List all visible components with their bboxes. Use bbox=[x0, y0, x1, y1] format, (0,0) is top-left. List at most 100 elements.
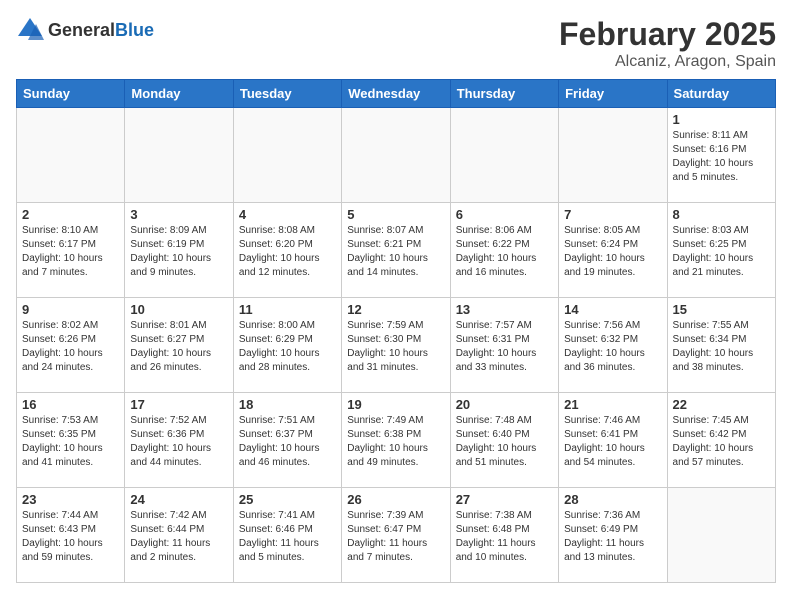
day-info: Sunrise: 8:11 AM Sunset: 6:16 PM Dayligh… bbox=[673, 129, 770, 185]
calendar-cell: 11 Sunrise: 8:00 AM Sunset: 6:29 PM Dayli… bbox=[233, 298, 341, 393]
calendar-cell: 14 Sunrise: 7:56 AM Sunset: 6:32 PM Dayli… bbox=[559, 298, 667, 393]
day-number: 20 bbox=[456, 397, 553, 412]
day-number: 1 bbox=[673, 112, 770, 127]
calendar-cell: 16Sunrise: 7:53 AM Sunset: 6:35 PM Dayli… bbox=[17, 393, 125, 488]
calendar-cell: 27 Sunrise: 7:38 AM Sunset: 6:48 PM Dayli… bbox=[450, 488, 558, 583]
day-number: 4 bbox=[239, 207, 336, 222]
weekday-header-wednesday: Wednesday bbox=[342, 80, 450, 108]
day-info: Sunrise: 7:38 AM Sunset: 6:48 PM Dayligh… bbox=[456, 509, 553, 565]
day-info: Sunrise: 7:44 AM Sunset: 6:43 PM Dayligh… bbox=[22, 509, 119, 565]
logo-text-general: General bbox=[48, 20, 115, 40]
weekday-header-friday: Friday bbox=[559, 80, 667, 108]
calendar-cell: 20 Sunrise: 7:48 AM Sunset: 6:40 PM Dayli… bbox=[450, 393, 558, 488]
weekday-header-row: SundayMondayTuesdayWednesdayThursdayFrid… bbox=[17, 80, 776, 108]
logo: GeneralBlue bbox=[16, 16, 154, 44]
calendar-cell bbox=[667, 488, 775, 583]
day-info: Sunrise: 8:00 AM Sunset: 6:29 PM Dayligh… bbox=[239, 319, 336, 375]
day-number: 14 bbox=[564, 302, 661, 317]
day-info: Sunrise: 8:07 AM Sunset: 6:21 PM Dayligh… bbox=[347, 224, 444, 280]
day-number: 18 bbox=[239, 397, 336, 412]
day-number: 28 bbox=[564, 492, 661, 507]
day-number: 8 bbox=[673, 207, 770, 222]
calendar-cell: 26 Sunrise: 7:39 AM Sunset: 6:47 PM Dayli… bbox=[342, 488, 450, 583]
day-info: Sunrise: 8:02 AM Sunset: 6:26 PM Dayligh… bbox=[22, 319, 119, 375]
calendar-cell: 1 Sunrise: 8:11 AM Sunset: 6:16 PM Daylig… bbox=[667, 108, 775, 203]
calendar-table: SundayMondayTuesdayWednesdayThursdayFrid… bbox=[16, 79, 776, 583]
calendar-cell: 9 Sunrise: 8:02 AM Sunset: 6:26 PM Daylig… bbox=[17, 298, 125, 393]
calendar-cell: 21Sunrise: 7:46 AM Sunset: 6:41 PM Dayli… bbox=[559, 393, 667, 488]
calendar-cell: 7Sunrise: 8:05 AM Sunset: 6:24 PM Daylig… bbox=[559, 203, 667, 298]
week-row-2: 2 Sunrise: 8:10 AM Sunset: 6:17 PM Daylig… bbox=[17, 203, 776, 298]
day-number: 11 bbox=[239, 302, 336, 317]
logo-icon bbox=[16, 16, 44, 44]
calendar-cell: 22 Sunrise: 7:45 AM Sunset: 6:42 PM Dayli… bbox=[667, 393, 775, 488]
day-info: Sunrise: 8:01 AM Sunset: 6:27 PM Dayligh… bbox=[130, 319, 227, 375]
calendar-cell: 4Sunrise: 8:08 AM Sunset: 6:20 PM Daylig… bbox=[233, 203, 341, 298]
day-info: Sunrise: 7:48 AM Sunset: 6:40 PM Dayligh… bbox=[456, 414, 553, 470]
day-info: Sunrise: 7:42 AM Sunset: 6:44 PM Dayligh… bbox=[130, 509, 227, 565]
day-number: 10 bbox=[130, 302, 227, 317]
location-subtitle: Alcaniz, Aragon, Spain bbox=[559, 53, 776, 71]
day-info: Sunrise: 7:56 AM Sunset: 6:32 PM Dayligh… bbox=[564, 319, 661, 375]
calendar-header: SundayMondayTuesdayWednesdayThursdayFrid… bbox=[17, 80, 776, 108]
day-info: Sunrise: 8:10 AM Sunset: 6:17 PM Dayligh… bbox=[22, 224, 119, 280]
calendar-cell: 28 Sunrise: 7:36 AM Sunset: 6:49 PM Dayli… bbox=[559, 488, 667, 583]
calendar-body: 1 Sunrise: 8:11 AM Sunset: 6:16 PM Daylig… bbox=[17, 108, 776, 583]
logo-text-blue: Blue bbox=[115, 20, 154, 40]
month-title: February 2025 bbox=[559, 16, 776, 53]
day-number: 3 bbox=[130, 207, 227, 222]
title-block: February 2025 Alcaniz, Aragon, Spain bbox=[559, 16, 776, 71]
day-number: 22 bbox=[673, 397, 770, 412]
calendar-cell: 10 Sunrise: 8:01 AM Sunset: 6:27 PM Dayli… bbox=[125, 298, 233, 393]
calendar-cell: 3 Sunrise: 8:09 AM Sunset: 6:19 PM Daylig… bbox=[125, 203, 233, 298]
week-row-5: 23 Sunrise: 7:44 AM Sunset: 6:43 PM Dayli… bbox=[17, 488, 776, 583]
day-number: 25 bbox=[239, 492, 336, 507]
weekday-header-tuesday: Tuesday bbox=[233, 80, 341, 108]
day-number: 6 bbox=[456, 207, 553, 222]
day-info: Sunrise: 7:36 AM Sunset: 6:49 PM Dayligh… bbox=[564, 509, 661, 565]
day-number: 13 bbox=[456, 302, 553, 317]
calendar-cell: 6 Sunrise: 8:06 AM Sunset: 6:22 PM Daylig… bbox=[450, 203, 558, 298]
calendar-cell: 8 Sunrise: 8:03 AM Sunset: 6:25 PM Daylig… bbox=[667, 203, 775, 298]
day-number: 5 bbox=[347, 207, 444, 222]
calendar-cell bbox=[233, 108, 341, 203]
day-info: Sunrise: 7:53 AM Sunset: 6:35 PM Dayligh… bbox=[22, 414, 119, 470]
calendar-cell: 18 Sunrise: 7:51 AM Sunset: 6:37 PM Dayli… bbox=[233, 393, 341, 488]
day-info: Sunrise: 7:39 AM Sunset: 6:47 PM Dayligh… bbox=[347, 509, 444, 565]
day-number: 23 bbox=[22, 492, 119, 507]
calendar-cell: 24 Sunrise: 7:42 AM Sunset: 6:44 PM Dayli… bbox=[125, 488, 233, 583]
day-info: Sunrise: 7:45 AM Sunset: 6:42 PM Dayligh… bbox=[673, 414, 770, 470]
day-info: Sunrise: 7:49 AM Sunset: 6:38 PM Dayligh… bbox=[347, 414, 444, 470]
day-info: Sunrise: 8:06 AM Sunset: 6:22 PM Dayligh… bbox=[456, 224, 553, 280]
calendar-cell: 23 Sunrise: 7:44 AM Sunset: 6:43 PM Dayli… bbox=[17, 488, 125, 583]
calendar-cell: 2 Sunrise: 8:10 AM Sunset: 6:17 PM Daylig… bbox=[17, 203, 125, 298]
day-number: 12 bbox=[347, 302, 444, 317]
week-row-4: 16Sunrise: 7:53 AM Sunset: 6:35 PM Dayli… bbox=[17, 393, 776, 488]
day-number: 9 bbox=[22, 302, 119, 317]
week-row-3: 9 Sunrise: 8:02 AM Sunset: 6:26 PM Daylig… bbox=[17, 298, 776, 393]
calendar-cell: 12 Sunrise: 7:59 AM Sunset: 6:30 PM Dayli… bbox=[342, 298, 450, 393]
calendar-cell: 25 Sunrise: 7:41 AM Sunset: 6:46 PM Dayli… bbox=[233, 488, 341, 583]
day-number: 7 bbox=[564, 207, 661, 222]
calendar-cell bbox=[342, 108, 450, 203]
day-info: Sunrise: 7:59 AM Sunset: 6:30 PM Dayligh… bbox=[347, 319, 444, 375]
calendar-cell bbox=[17, 108, 125, 203]
calendar-cell: 13Sunrise: 7:57 AM Sunset: 6:31 PM Dayli… bbox=[450, 298, 558, 393]
calendar-cell: 17Sunrise: 7:52 AM Sunset: 6:36 PM Dayli… bbox=[125, 393, 233, 488]
weekday-header-saturday: Saturday bbox=[667, 80, 775, 108]
day-number: 26 bbox=[347, 492, 444, 507]
day-info: Sunrise: 8:09 AM Sunset: 6:19 PM Dayligh… bbox=[130, 224, 227, 280]
day-info: Sunrise: 7:51 AM Sunset: 6:37 PM Dayligh… bbox=[239, 414, 336, 470]
calendar-cell: 19Sunrise: 7:49 AM Sunset: 6:38 PM Dayli… bbox=[342, 393, 450, 488]
week-row-1: 1 Sunrise: 8:11 AM Sunset: 6:16 PM Daylig… bbox=[17, 108, 776, 203]
calendar-cell: 5 Sunrise: 8:07 AM Sunset: 6:21 PM Daylig… bbox=[342, 203, 450, 298]
day-number: 2 bbox=[22, 207, 119, 222]
day-number: 17 bbox=[130, 397, 227, 412]
weekday-header-monday: Monday bbox=[125, 80, 233, 108]
day-number: 27 bbox=[456, 492, 553, 507]
weekday-header-thursday: Thursday bbox=[450, 80, 558, 108]
day-info: Sunrise: 7:41 AM Sunset: 6:46 PM Dayligh… bbox=[239, 509, 336, 565]
day-number: 24 bbox=[130, 492, 227, 507]
day-info: Sunrise: 8:03 AM Sunset: 6:25 PM Dayligh… bbox=[673, 224, 770, 280]
day-info: Sunrise: 7:46 AM Sunset: 6:41 PM Dayligh… bbox=[564, 414, 661, 470]
